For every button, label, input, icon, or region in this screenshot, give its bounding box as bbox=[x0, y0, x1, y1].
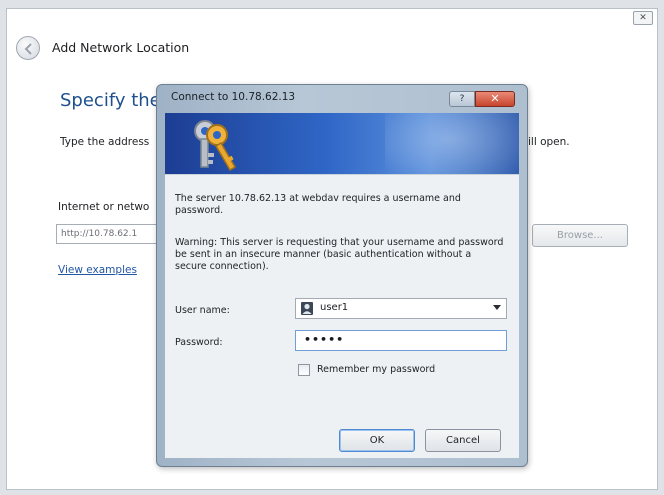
remember-password-label[interactable]: Remember my password bbox=[317, 364, 435, 375]
remember-password-checkbox[interactable] bbox=[298, 364, 310, 376]
dialog-banner bbox=[165, 113, 519, 174]
dialog-body: The server 10.78.62.13 at webdav require… bbox=[165, 174, 519, 458]
dialog-close-button[interactable]: ✕ bbox=[475, 91, 515, 107]
user-icon bbox=[301, 302, 313, 315]
password-value: ••••• bbox=[304, 333, 345, 346]
connect-dialog: Connect to 10.78.62.13 ? ✕ The server 10… bbox=[156, 84, 528, 467]
view-examples-link[interactable]: View examples bbox=[58, 264, 137, 276]
help-button[interactable]: ? bbox=[449, 91, 475, 107]
banner-sheen bbox=[385, 113, 519, 174]
password-label: Password: bbox=[175, 337, 223, 348]
address-input[interactable]: http://10.78.62.1 bbox=[56, 224, 160, 244]
chevron-down-icon[interactable] bbox=[493, 305, 501, 311]
dialog-title: Connect to 10.78.62.13 bbox=[171, 91, 296, 103]
server-message: The server 10.78.62.13 at webdav require… bbox=[175, 193, 461, 216]
ok-button[interactable]: OK bbox=[339, 429, 415, 452]
keys-icon bbox=[194, 120, 237, 172]
username-combobox[interactable]: user1 bbox=[295, 298, 507, 319]
instruction-text: Type the address bbox=[60, 136, 150, 148]
password-field[interactable]: ••••• bbox=[295, 330, 507, 351]
insecure-warning: Warning: This server is requesting that … bbox=[175, 237, 504, 272]
back-arrow-icon bbox=[24, 43, 32, 55]
browse-button[interactable]: Browse... bbox=[532, 224, 628, 247]
address-label: Internet or netwo bbox=[58, 201, 150, 213]
instruction-text-end: ill open. bbox=[528, 136, 570, 148]
wizard-close-button[interactable]: ✕ bbox=[633, 11, 653, 25]
wizard-title: Add Network Location bbox=[52, 40, 190, 55]
username-value: user1 bbox=[320, 302, 349, 313]
cancel-button[interactable]: Cancel bbox=[425, 429, 501, 452]
back-button[interactable] bbox=[16, 36, 40, 60]
username-label: User name: bbox=[175, 305, 230, 316]
